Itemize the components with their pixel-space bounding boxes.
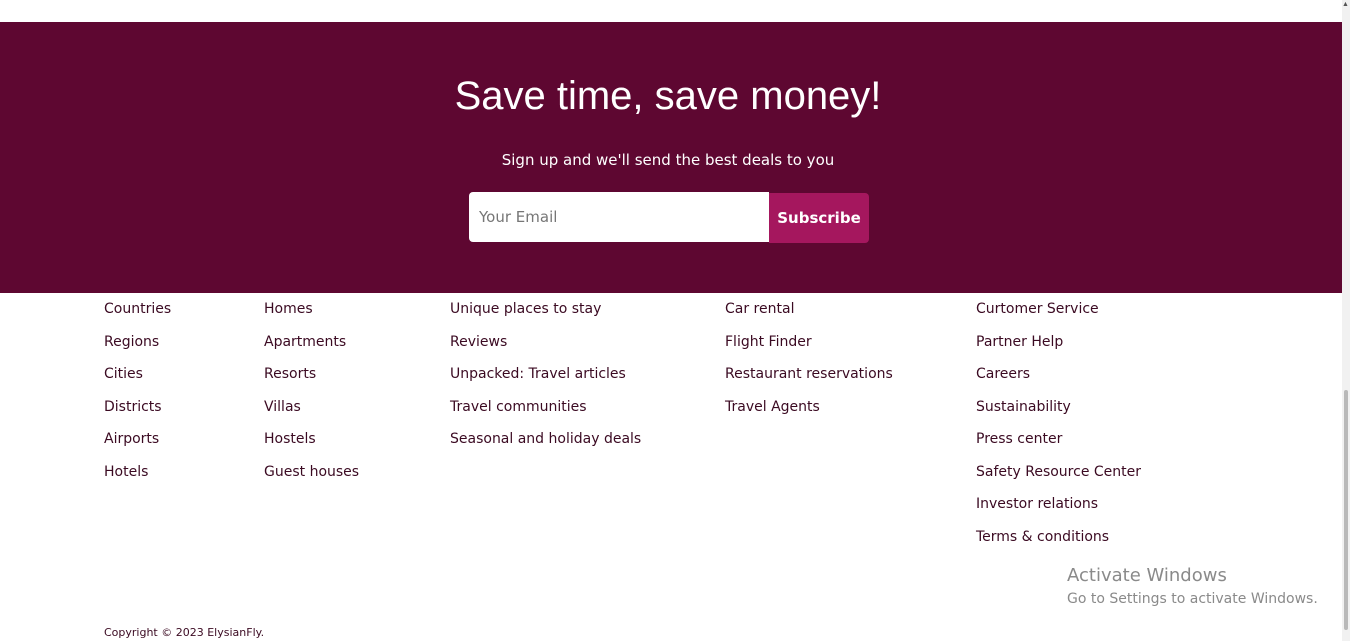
footer-link-item: Partner Help bbox=[976, 332, 1141, 365]
footer-link-countries[interactable]: Countries bbox=[104, 301, 171, 317]
footer-link-item: Reviews bbox=[450, 332, 641, 365]
footer-link-apartments[interactable]: Apartments bbox=[264, 334, 346, 350]
footer-link-item: Districts bbox=[104, 397, 171, 430]
footer-link-item: Travel Agents bbox=[725, 397, 893, 430]
footer-link-terms-conditions[interactable]: Terms & conditions bbox=[976, 529, 1109, 545]
footer-link-press-center[interactable]: Press center bbox=[976, 431, 1062, 447]
footer-link-item: Countries bbox=[104, 299, 171, 332]
footer-link-careers[interactable]: Careers bbox=[976, 366, 1030, 382]
footer-column-company: Curtomer Service Partner Help Careers Su… bbox=[976, 299, 1141, 559]
footer-link-item: Unpacked: Travel articles bbox=[450, 364, 641, 397]
newsletter-section: Save time, save money! Sign up and we'll… bbox=[0, 22, 1342, 293]
footer-link-reviews[interactable]: Reviews bbox=[450, 334, 507, 350]
footer-link-hostels[interactable]: Hostels bbox=[264, 431, 316, 447]
footer-link-unique-places[interactable]: Unique places to stay bbox=[450, 301, 601, 317]
activate-windows-title: Activate Windows bbox=[1067, 565, 1227, 586]
email-input[interactable] bbox=[469, 192, 769, 242]
footer-link-item: Flight Finder bbox=[725, 332, 893, 365]
footer-link-travel-agents[interactable]: Travel Agents bbox=[725, 399, 820, 415]
footer-link-safety-resource-center[interactable]: Safety Resource Center bbox=[976, 464, 1141, 480]
footer-link-item: Regions bbox=[104, 332, 171, 365]
footer-column-discover: Unique places to stay Reviews Unpacked: … bbox=[450, 299, 641, 462]
top-strip bbox=[0, 0, 1342, 22]
footer-link-item: Restaurant reservations bbox=[725, 364, 893, 397]
footer-link-item: Airports bbox=[104, 429, 171, 462]
footer-link-homes[interactable]: Homes bbox=[264, 301, 313, 317]
footer-link-travel-communities[interactable]: Travel communities bbox=[450, 399, 587, 415]
footer-link-item: Investor relations bbox=[976, 494, 1141, 527]
footer-link-item: Homes bbox=[264, 299, 359, 332]
footer-link-sustainability[interactable]: Sustainability bbox=[976, 399, 1071, 415]
footer-link-item: Apartments bbox=[264, 332, 359, 365]
footer-link-item: Sustainability bbox=[976, 397, 1141, 430]
footer-link-flight-finder[interactable]: Flight Finder bbox=[725, 334, 812, 350]
footer-link-travel-articles[interactable]: Unpacked: Travel articles bbox=[450, 366, 626, 382]
activate-windows-watermark: Activate Windows Go to Settings to activ… bbox=[1067, 565, 1318, 609]
copyright-text: Copyright © 2023 ElysianFly. bbox=[104, 626, 265, 639]
footer-link-districts[interactable]: Districts bbox=[104, 399, 162, 415]
footer-link-partner-help[interactable]: Partner Help bbox=[976, 334, 1063, 350]
footer-link-item: Hostels bbox=[264, 429, 359, 462]
footer-link-item: Travel communities bbox=[450, 397, 641, 430]
scroll-up-arrow-icon[interactable]: ▲ bbox=[1342, 0, 1349, 10]
footer-link-airports[interactable]: Airports bbox=[104, 431, 159, 447]
footer-link-item: Careers bbox=[976, 364, 1141, 397]
footer-link-item: Hotels bbox=[104, 462, 171, 495]
footer-link-seasonal-deals[interactable]: Seasonal and holiday deals bbox=[450, 431, 641, 447]
footer-link-item: Resorts bbox=[264, 364, 359, 397]
footer-link-cities[interactable]: Cities bbox=[104, 366, 143, 382]
footer-link-item: Unique places to stay bbox=[450, 299, 641, 332]
footer-link-investor-relations[interactable]: Investor relations bbox=[976, 496, 1098, 512]
footer-link-regions[interactable]: Regions bbox=[104, 334, 159, 350]
vertical-scrollbar[interactable]: ▲ bbox=[1342, 0, 1350, 641]
footer-column-services: Car rental Flight Finder Restaurant rese… bbox=[725, 299, 893, 429]
newsletter-subtitle: Sign up and we'll send the best deals to… bbox=[501, 151, 835, 169]
footer-link-item: Terms & conditions bbox=[976, 527, 1141, 560]
footer-link-car-rental[interactable]: Car rental bbox=[725, 301, 794, 317]
footer-link-item: Cities bbox=[104, 364, 171, 397]
footer-link-item: Car rental bbox=[725, 299, 893, 332]
footer-link-restaurant-reservations[interactable]: Restaurant reservations bbox=[725, 366, 893, 382]
footer-link-item: Villas bbox=[264, 397, 359, 430]
footer-link-item: Curtomer Service bbox=[976, 299, 1141, 332]
footer-column-property-types: Homes Apartments Resorts Villas Hostels … bbox=[264, 299, 359, 494]
footer-link-item: Guest houses bbox=[264, 462, 359, 495]
footer-link-guest-houses[interactable]: Guest houses bbox=[264, 464, 359, 480]
footer-link-customer-service[interactable]: Curtomer Service bbox=[976, 301, 1099, 317]
subscribe-button[interactable]: Subscribe bbox=[769, 193, 869, 243]
footer-column-locations: Countries Regions Cities Districts Airpo… bbox=[104, 299, 171, 494]
activate-windows-subtitle: Go to Settings to activate Windows. bbox=[1067, 591, 1318, 607]
newsletter-title: Save time, save money! bbox=[454, 74, 882, 118]
footer-link-villas[interactable]: Villas bbox=[264, 399, 301, 415]
footer-link-resorts[interactable]: Resorts bbox=[264, 366, 316, 382]
footer-link-item: Seasonal and holiday deals bbox=[450, 429, 641, 462]
scrollbar-thumb[interactable] bbox=[1344, 390, 1348, 630]
footer-link-hotels[interactable]: Hotels bbox=[104, 464, 148, 480]
footer-link-item: Safety Resource Center bbox=[976, 462, 1141, 495]
footer-link-item: Press center bbox=[976, 429, 1141, 462]
